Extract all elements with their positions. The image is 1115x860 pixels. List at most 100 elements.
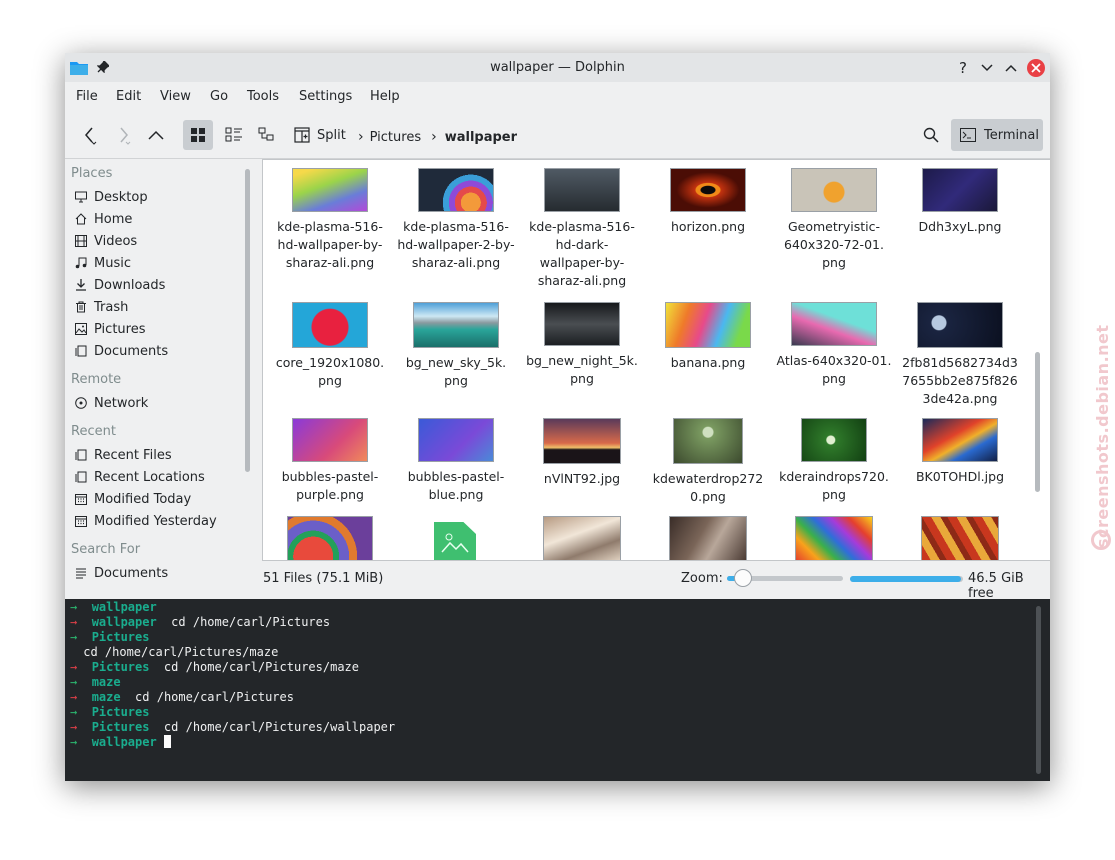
up-arrow-icon bbox=[148, 130, 164, 140]
menu-edit[interactable]: Edit bbox=[116, 89, 141, 104]
file-item[interactable]: nVlNT92.jpg bbox=[519, 418, 645, 488]
file-name-line: sharaz-ali.png bbox=[411, 255, 501, 270]
file-item[interactable]: BK0TOHDl.jpg bbox=[897, 418, 1023, 486]
menu-file[interactable]: File bbox=[76, 89, 98, 104]
file-thumbnail bbox=[922, 168, 998, 212]
sidebar-item-network[interactable]: Network bbox=[75, 393, 148, 413]
file-item[interactable]: kde-plasma-516- hd-wallpaper-2-by-sharaz-… bbox=[393, 168, 519, 272]
sidebar-item-documents[interactable]: Documents bbox=[75, 341, 168, 361]
file-thumbnail[interactable] bbox=[543, 516, 621, 560]
file-item[interactable]: kderaindrops720. png bbox=[771, 418, 897, 504]
search-button[interactable] bbox=[920, 124, 942, 146]
breadcrumb: › Pictures › wallpaper bbox=[358, 127, 517, 147]
file-item[interactable]: kdewaterdrop272 0.png bbox=[645, 418, 771, 506]
file-thumbnail[interactable] bbox=[287, 516, 373, 560]
file-item[interactable]: bubbles-pastel-blue.png bbox=[393, 418, 519, 504]
zoom-slider[interactable] bbox=[727, 569, 843, 587]
documents-search-icon bbox=[75, 567, 87, 579]
file-name-line: kderaindrops720. bbox=[779, 469, 889, 484]
zoom-slider-handle[interactable] bbox=[734, 569, 753, 587]
sidebar-item-modified-today[interactable]: Modified Today bbox=[75, 489, 191, 509]
sidebar-item-pictures[interactable]: Pictures bbox=[75, 319, 145, 339]
file-thumbnail[interactable] bbox=[669, 516, 747, 560]
sidebar-scrollbar[interactable] bbox=[245, 169, 250, 472]
file-thumbnail bbox=[791, 302, 877, 346]
details-view-button[interactable] bbox=[252, 120, 282, 150]
file-item[interactable]: Geometryistic- 640x320-72-01. png bbox=[771, 168, 897, 272]
terminal-scrollbar[interactable] bbox=[1036, 606, 1041, 774]
sidebar-item-label: Downloads bbox=[94, 277, 166, 293]
file-name: kderaindrops720. png bbox=[771, 468, 897, 504]
terminal-panel[interactable]: → wallpaper → wallpaper cd /home/carl/Pic… bbox=[65, 599, 1050, 781]
file-item[interactable]: 2fb81d5682734d3 7655bb2e875f826 3de42a.png bbox=[897, 302, 1023, 408]
sidebar-item-modified-yesterday[interactable]: Modified Yesterday bbox=[75, 511, 217, 531]
file-item[interactable]: bubbles-pastel-purple.png bbox=[267, 418, 393, 504]
menu-tools[interactable]: Tools bbox=[247, 89, 279, 104]
file-item[interactable]: bg_new_night_5k. png bbox=[519, 302, 645, 388]
file-name-line: purple.png bbox=[296, 487, 364, 502]
file-item[interactable]: banana.png bbox=[645, 302, 771, 372]
file-thumbnail-generic-image[interactable] bbox=[434, 522, 476, 560]
terminal-line: → maze bbox=[70, 675, 121, 690]
sidebar-item-music[interactable]: Music bbox=[75, 253, 131, 273]
watermark: screenshots.debian.net bbox=[1093, 324, 1112, 548]
places-panel: Places Desktop Home Videos Music Downloa… bbox=[65, 159, 262, 584]
file-name-line: hd-wallpaper-by- bbox=[277, 237, 383, 252]
file-thumbnail[interactable] bbox=[921, 516, 999, 560]
terminal-command: cd /home/carl/Pictures bbox=[120, 690, 294, 704]
forward-button[interactable] bbox=[113, 123, 135, 147]
disk-space-bar bbox=[850, 576, 963, 582]
sidebar-item-home[interactable]: Home bbox=[75, 209, 132, 229]
sidebar-item-desktop[interactable]: Desktop bbox=[75, 187, 148, 207]
menu-settings[interactable]: Settings bbox=[299, 89, 352, 104]
sidebar-item-videos[interactable]: Videos bbox=[75, 231, 137, 251]
back-button[interactable] bbox=[79, 123, 101, 147]
menu-go[interactable]: Go bbox=[210, 89, 228, 104]
title-bar[interactable]: wallpaper — Dolphin ? bbox=[65, 53, 1050, 82]
chevron-down-icon bbox=[981, 64, 993, 72]
close-button[interactable] bbox=[1027, 59, 1045, 77]
file-view-scrollbar[interactable] bbox=[1035, 352, 1040, 492]
up-button[interactable] bbox=[145, 123, 167, 147]
terminal-command: cd /home/carl/Pictures/wallpaper bbox=[149, 720, 396, 734]
file-thumbnail bbox=[673, 418, 743, 464]
terminal-command: cd /home/carl/Pictures/maze bbox=[149, 660, 359, 674]
file-name-line: bubbles-pastel- bbox=[407, 469, 505, 484]
sidebar-item-downloads[interactable]: Downloads bbox=[75, 275, 165, 295]
file-item[interactable]: core_1920x1080. png bbox=[267, 302, 393, 390]
breadcrumb-wallpaper[interactable]: wallpaper bbox=[445, 130, 517, 145]
terminal-button[interactable]: Terminal bbox=[951, 119, 1043, 151]
file-item[interactable]: bg_new_sky_5k. png bbox=[393, 302, 519, 390]
maximize-button[interactable] bbox=[1001, 58, 1021, 78]
help-button[interactable]: ? bbox=[953, 58, 973, 78]
menu-view[interactable]: View bbox=[160, 89, 191, 104]
file-item[interactable]: kde-plasma-516- hd-dark-wallpaper-by-shar… bbox=[519, 168, 645, 290]
prompt-directory: Pictures bbox=[91, 720, 150, 734]
sidebar-item-search-documents[interactable]: Documents bbox=[75, 563, 168, 583]
sidebar-item-recent-locations[interactable]: Recent Locations bbox=[75, 467, 205, 487]
menu-help[interactable]: Help bbox=[370, 89, 400, 104]
file-count: 51 Files (75.1 MiB) bbox=[263, 571, 384, 586]
home-icon bbox=[75, 213, 87, 225]
prompt-directory: Pictures bbox=[91, 660, 150, 674]
prompt-directory: wallpaper bbox=[91, 615, 157, 629]
icons-view-button[interactable] bbox=[183, 120, 213, 150]
file-item[interactable]: Atlas-640x320-01. png bbox=[771, 302, 897, 388]
file-name-line: kde-plasma-516- bbox=[277, 219, 383, 234]
file-name: bg_new_sky_5k. png bbox=[393, 354, 519, 390]
sidebar-item-trash[interactable]: Trash bbox=[75, 297, 128, 317]
file-item[interactable]: horizon.png bbox=[645, 168, 771, 236]
split-button[interactable]: Split bbox=[294, 125, 346, 145]
file-name-line: 2fb81d5682734d3 bbox=[902, 355, 1018, 370]
file-item[interactable]: kde-plasma-516- hd-wallpaper-by-sharaz-al… bbox=[267, 168, 393, 272]
file-name-line: png bbox=[444, 373, 468, 388]
compact-view-button[interactable] bbox=[219, 120, 249, 150]
file-name: kde-plasma-516- hd-wallpaper-2-by-sharaz-… bbox=[393, 218, 519, 272]
file-view[interactable]: kde-plasma-516- hd-wallpaper-by-sharaz-al… bbox=[262, 159, 1050, 561]
file-thumbnail[interactable] bbox=[795, 516, 873, 560]
sidebar-item-recent-files[interactable]: Recent Files bbox=[75, 445, 172, 465]
breadcrumb-pictures[interactable]: Pictures bbox=[370, 130, 421, 145]
file-item[interactable]: Ddh3xyL.png bbox=[897, 168, 1023, 236]
minimize-button[interactable] bbox=[977, 58, 997, 78]
prompt-directory: maze bbox=[91, 690, 121, 704]
